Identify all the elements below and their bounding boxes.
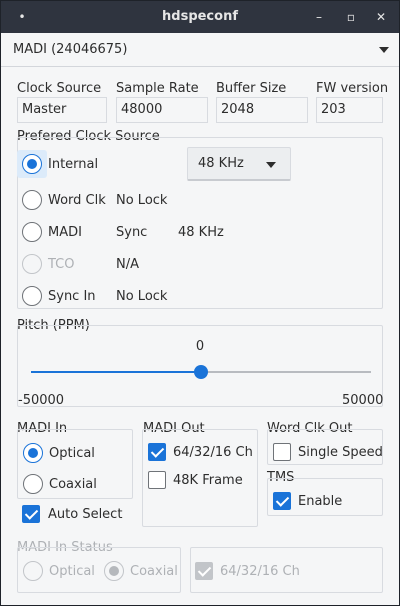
buffer-size-field: 2048 — [216, 97, 308, 123]
sync-in-label[interactable]: Sync In — [48, 289, 96, 304]
fw-version-label: FW version — [316, 81, 389, 96]
window-title: hdspeconf — [162, 9, 238, 24]
status-coaxial-label: Coaxial — [130, 564, 178, 579]
fw-version-field: 203 — [316, 97, 383, 123]
madi-label[interactable]: MADI — [48, 225, 82, 240]
auto-select-label[interactable]: Auto Select — [48, 507, 122, 522]
tco-label: TCO — [48, 257, 75, 272]
madi-in-coaxial-radio[interactable] — [23, 474, 43, 494]
chevron-down-icon — [266, 162, 276, 168]
status-coaxial-radio — [104, 561, 124, 581]
madi-out-64ch-label[interactable]: 64/32/16 Ch — [173, 445, 253, 460]
maximize-icon[interactable]: ▫ — [343, 9, 359, 25]
madi-radio[interactable] — [22, 222, 42, 242]
title-bar[interactable]: • hdspeconf – ▫ ✕ — [1, 1, 399, 33]
madi-rate: 48 KHz — [178, 225, 224, 240]
internal-radio[interactable] — [22, 154, 42, 174]
madi-in-optical-radio[interactable] — [23, 443, 43, 463]
pitch-slider[interactable] — [31, 365, 371, 379]
buffer-size-label: Buffer Size — [216, 81, 287, 96]
chevron-down-icon — [379, 47, 389, 53]
minimize-icon[interactable]: – — [311, 9, 327, 25]
internal-rate-value: 48 KHz — [198, 156, 244, 171]
hdspeconf-window: • hdspeconf – ▫ ✕ MADI (24046675) Clock … — [0, 0, 400, 606]
tco-status: N/A — [116, 257, 139, 272]
tms-enable-checkbox[interactable] — [273, 492, 291, 510]
madi-out-64ch-checkbox[interactable] — [148, 443, 166, 461]
device-select[interactable]: MADI (24046675) — [1, 33, 399, 67]
pitch-min-label: -50000 — [18, 393, 65, 408]
word-clk-label[interactable]: Word Clk — [48, 193, 106, 208]
device-select-value: MADI (24046675) — [13, 42, 128, 57]
pitch-value: 0 — [195, 339, 205, 354]
auto-select-checkbox[interactable] — [22, 505, 40, 523]
single-speed-checkbox[interactable] — [273, 443, 291, 461]
sample-rate-label: Sample Rate — [116, 81, 199, 96]
internal-label[interactable]: Internal — [48, 157, 98, 172]
madi-in-optical-label[interactable]: Optical — [49, 446, 95, 461]
tms-enable-label[interactable]: Enable — [298, 494, 342, 509]
internal-rate-select[interactable]: 48 KHz — [187, 147, 291, 181]
tco-radio — [22, 254, 42, 274]
pitch-slider-handle[interactable] — [194, 365, 208, 379]
status-64ch-checkbox — [195, 562, 213, 580]
status-optical-label: Optical — [49, 564, 95, 579]
madi-status: Sync — [116, 225, 148, 240]
madi-out-48k-frame-checkbox[interactable] — [148, 471, 166, 489]
pitch-max-label: 50000 — [342, 393, 384, 408]
single-speed-label[interactable]: Single Speed — [298, 445, 383, 460]
status-64ch-label: 64/32/16 Ch — [220, 564, 300, 579]
clock-source-field: Master — [17, 97, 107, 123]
madi-out-48k-frame-label[interactable]: 48K Frame — [173, 473, 243, 488]
word-clk-status: No Lock — [116, 193, 168, 208]
clock-source-label: Clock Source — [17, 81, 102, 96]
sample-rate-field: 48000 — [116, 97, 208, 123]
pitch-slider-fill — [31, 371, 201, 373]
close-icon[interactable]: ✕ — [373, 9, 389, 25]
word-clk-radio[interactable] — [22, 190, 42, 210]
status-optical-radio — [23, 561, 43, 581]
madi-in-coaxial-label[interactable]: Coaxial — [49, 477, 97, 492]
sync-in-radio[interactable] — [22, 286, 42, 306]
sync-in-status: No Lock — [116, 289, 168, 304]
